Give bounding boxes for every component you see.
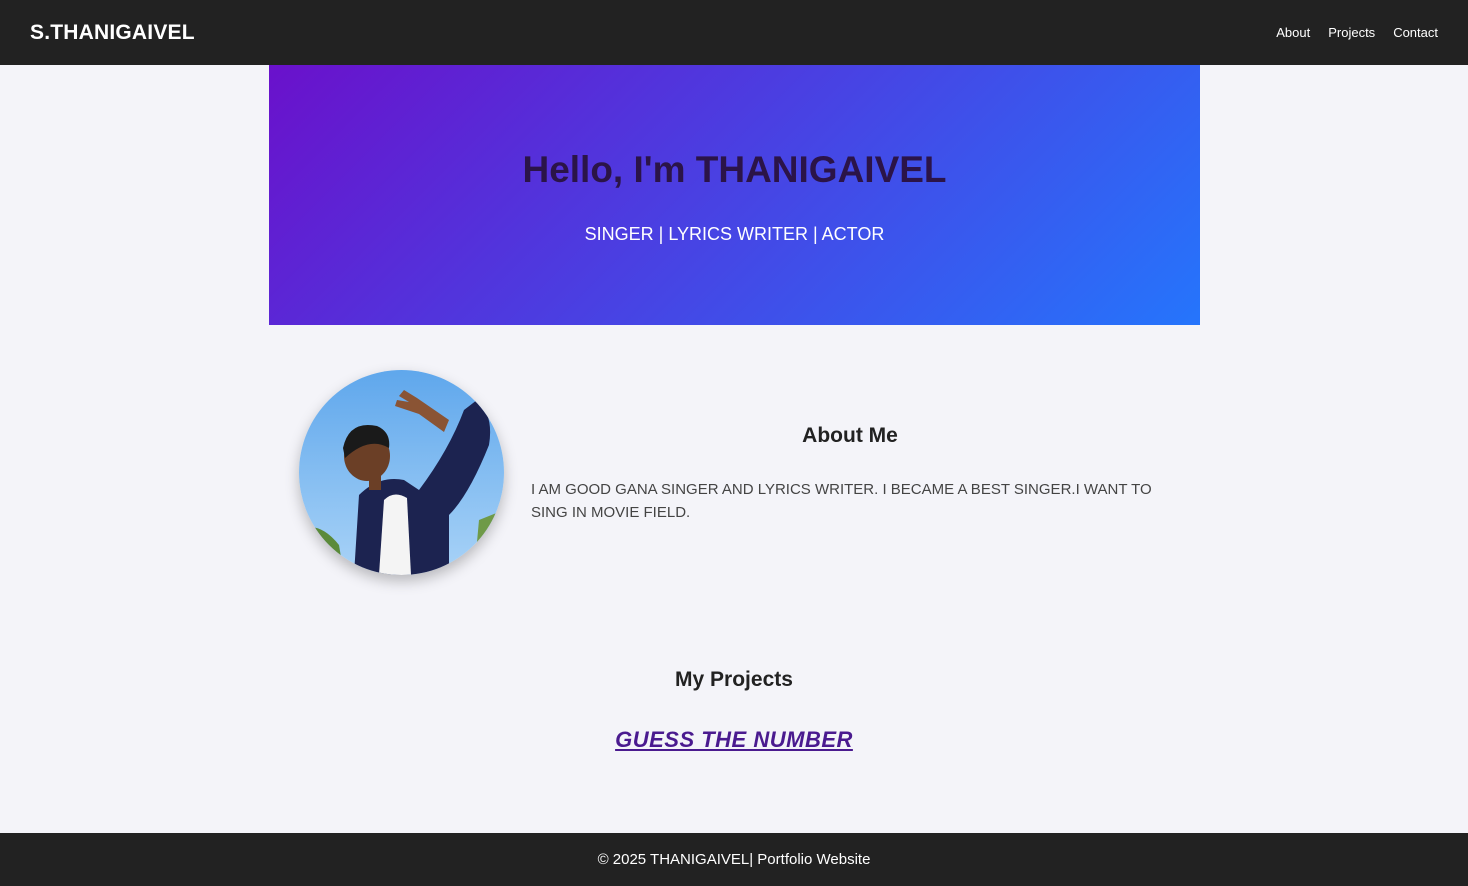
profile-photo-image (299, 370, 504, 575)
about-description: I AM GOOD GANA SINGER AND LYRICS WRITER.… (531, 481, 1152, 521)
hero-greeting: Hello, I'm THANIGAIVEL (522, 149, 947, 190)
profile-photo (299, 370, 504, 575)
about-title: About Me (802, 424, 898, 447)
nav-link-about[interactable]: About (1276, 25, 1310, 40)
project-list: GUESS THE NUMBER (0, 727, 1468, 753)
nav-link-projects[interactable]: Projects (1328, 25, 1375, 40)
nav-menu: About Projects Contact (1276, 25, 1438, 40)
project-link-guess-the-number[interactable]: GUESS THE NUMBER (615, 727, 853, 752)
site-brand[interactable]: S.THANIGAIVEL (30, 21, 195, 45)
hero-tagline: SINGER | LYRICS WRITER | ACTOR (584, 224, 885, 244)
nav-link-contact[interactable]: Contact (1393, 25, 1438, 40)
footer: © 2025 THANIGAIVEL| Portfolio Website (0, 833, 1468, 886)
top-navbar: S.THANIGAIVEL About Projects Contact (0, 0, 1468, 65)
footer-copyright: © 2025 THANIGAIVEL| Portfolio Website (597, 851, 871, 868)
projects-title: My Projects (675, 668, 793, 691)
hero-banner: Hello, I'm THANIGAIVEL SINGER | LYRICS W… (269, 65, 1200, 325)
